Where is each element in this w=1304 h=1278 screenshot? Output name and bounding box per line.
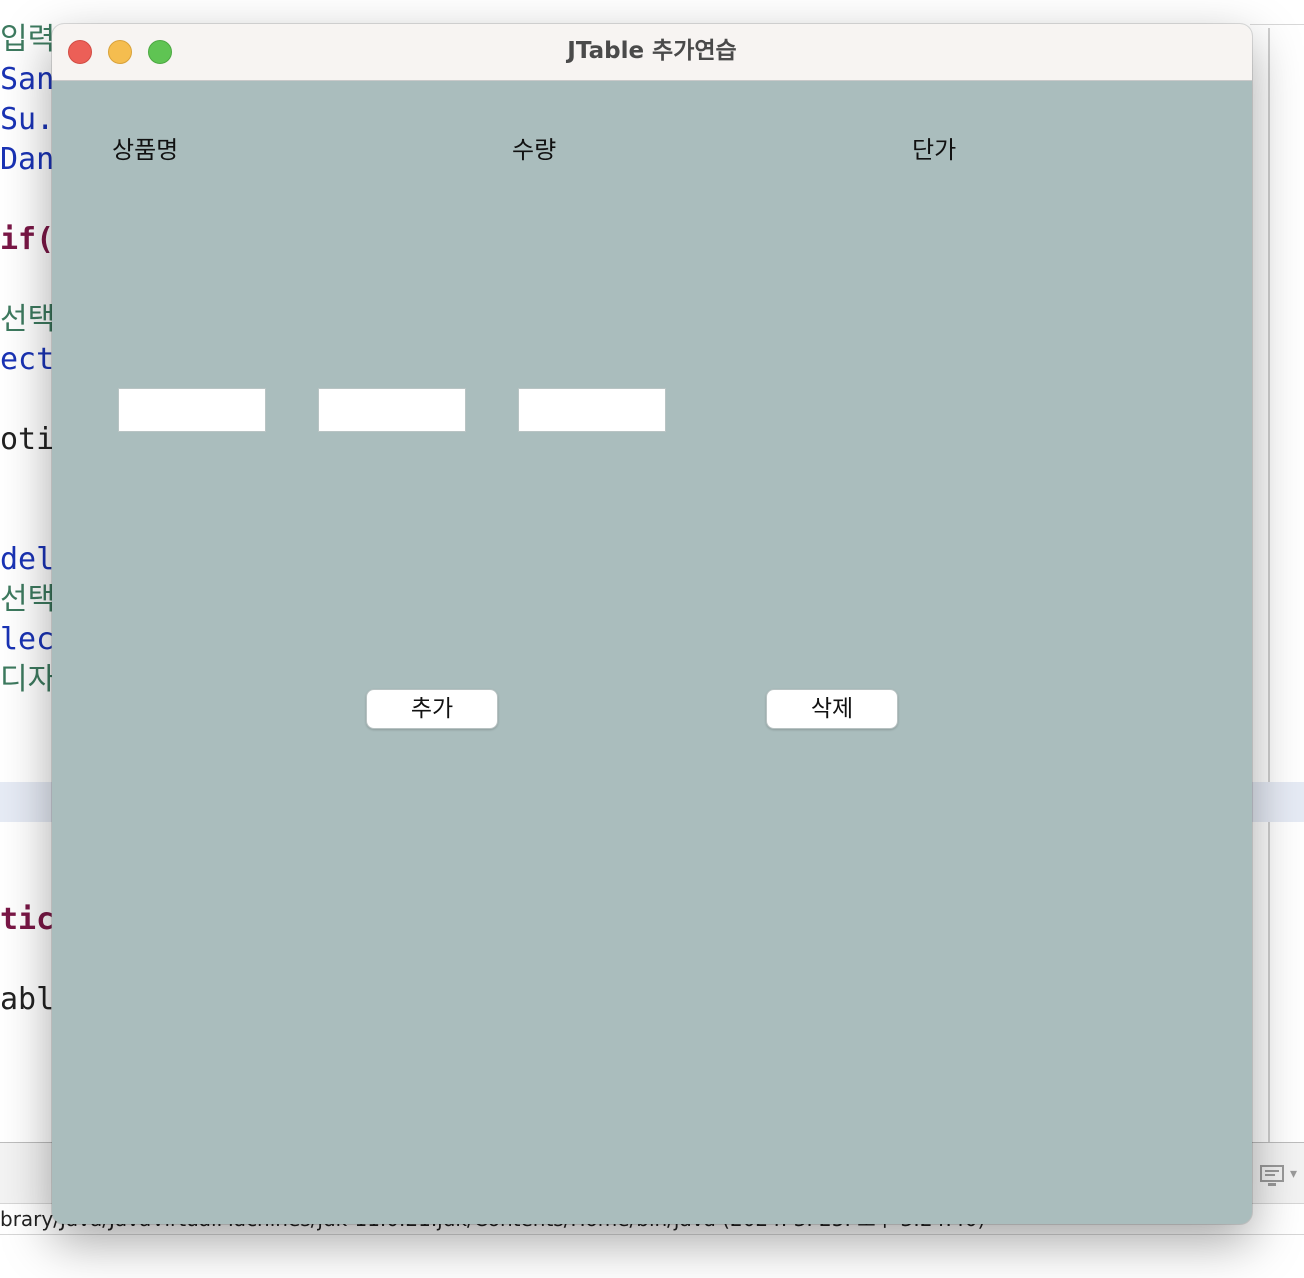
- unit-price-label: 단가: [912, 136, 957, 164]
- code-line: Su.: [0, 102, 55, 137]
- code-line: 선택: [0, 302, 56, 337]
- monitor-icon[interactable]: [1258, 1162, 1286, 1190]
- unit-price-field[interactable]: [518, 388, 666, 432]
- code-line: Dan: [0, 142, 55, 177]
- chevron-down-icon[interactable]: ▾: [1290, 1166, 1297, 1182]
- code-line: lec: [0, 622, 55, 657]
- add-button[interactable]: 추가: [366, 689, 498, 729]
- product-name-field[interactable]: [118, 388, 266, 432]
- code-line: San: [0, 62, 55, 97]
- code-line: oti: [0, 422, 55, 457]
- quantity-field[interactable]: [318, 388, 466, 432]
- ide-divider: [0, 1234, 1304, 1235]
- quantity-label: 수량: [512, 136, 557, 164]
- delete-button[interactable]: 삭제: [766, 689, 898, 729]
- title-bar[interactable]: JTable 추가연습: [52, 24, 1252, 81]
- ide-editor-ruler: [1268, 28, 1270, 1142]
- window-title: JTable 추가연습: [567, 38, 737, 64]
- code-line: 디자: [0, 662, 56, 697]
- code-line: 선택: [0, 582, 56, 617]
- app-window: JTable 추가연습 상품명 수량 단가 추가 삭제: [52, 24, 1252, 1224]
- code-line: del: [0, 542, 55, 577]
- code-line: ect: [0, 342, 55, 377]
- code-line: if(: [0, 222, 55, 257]
- ide-divider: [1250, 24, 1304, 25]
- product-name-label: 상품명: [112, 136, 179, 164]
- code-line: tic: [0, 902, 55, 937]
- code-line: abl: [0, 982, 55, 1017]
